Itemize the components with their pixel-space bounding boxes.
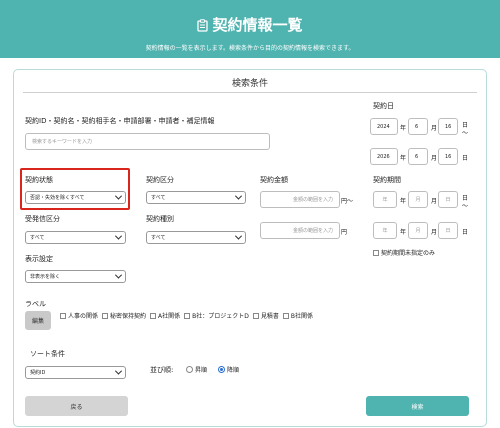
sort-label: ソート条件 xyxy=(30,350,65,358)
period-label: 契約期間 xyxy=(373,176,401,184)
label-option-text: A社関係 xyxy=(158,313,181,320)
page-subtitle: 契約情報の一覧を表示します。検索条件から目的の契約情報を検索できます。 xyxy=(145,45,355,52)
date-from-day-input[interactable]: 16 xyxy=(438,118,458,135)
display-select[interactable]: 非表示を除く xyxy=(25,270,126,283)
amount-label: 契約金額 xyxy=(260,176,288,184)
chevron-down-icon xyxy=(114,192,123,200)
label-option-text: 人事の関係 xyxy=(68,313,99,320)
chevron-down-icon xyxy=(114,232,123,240)
label-option[interactable]: B社：プロジェクトD xyxy=(184,313,249,320)
label-checkbox[interactable] xyxy=(102,313,109,319)
period-range-sep: 〜 xyxy=(462,203,469,210)
category-label: 契約区分 xyxy=(146,176,174,184)
chevron-down-icon xyxy=(114,271,123,279)
period-unset-option[interactable]: 契約期間未指定のみ xyxy=(373,248,435,257)
type-select[interactable]: すべて xyxy=(146,231,246,244)
send-select[interactable]: すべて xyxy=(25,231,126,244)
label-option[interactable]: A社関係 xyxy=(150,313,180,320)
keyword-input[interactable]: 検索するキーワードを入力 xyxy=(25,133,270,150)
send-select-value: すべて xyxy=(30,235,45,241)
label-option-text: B社関係 xyxy=(290,313,314,320)
date-to-day-unit: 日 xyxy=(462,155,469,162)
label-option[interactable]: 見積書 xyxy=(252,313,279,320)
display-select-value: 非表示を除く xyxy=(30,274,61,280)
type-select-value: すべて xyxy=(151,235,166,241)
period-unset-checkbox[interactable] xyxy=(373,250,379,256)
sort-select-value: 契約ID xyxy=(30,370,46,376)
label-section-label: ラベル xyxy=(25,300,46,308)
status-select[interactable]: 否認・失効を除くすべて xyxy=(25,191,126,204)
period-to-month-input[interactable]: 月 xyxy=(408,222,428,239)
date-from-month-unit: 月 xyxy=(431,125,438,132)
chevron-down-icon xyxy=(114,367,123,375)
order-label: 並び順: xyxy=(150,366,174,374)
label-checkbox[interactable] xyxy=(252,313,259,319)
date-to-month-unit: 月 xyxy=(431,155,438,162)
contract-date-label: 契約日 xyxy=(373,102,394,110)
date-from-year-input[interactable]: 2024 xyxy=(370,118,398,135)
order-desc-option[interactable]: 降順 xyxy=(218,365,239,374)
date-from-year-unit: 年 xyxy=(400,125,407,132)
period-from-year-input[interactable]: 年 xyxy=(373,191,397,208)
chevron-down-icon xyxy=(234,232,243,240)
amount-min-input[interactable]: 金額の範囲を入力 xyxy=(260,191,340,208)
search-button[interactable]: 検索 xyxy=(366,396,469,416)
period-from-day-input[interactable]: 日 xyxy=(438,191,458,208)
period-to-day-input[interactable]: 日 xyxy=(438,222,458,239)
period-from-year-unit: 年 xyxy=(400,198,407,205)
label-option-text: 見積書 xyxy=(260,313,279,320)
type-label: 契約種別 xyxy=(146,215,174,223)
date-range-sep: 〜 xyxy=(462,130,469,137)
label-option[interactable]: 人事の関係 xyxy=(60,313,98,320)
period-to-year-unit: 年 xyxy=(400,229,407,236)
label-option[interactable]: 秘密保持契約 xyxy=(102,313,146,320)
send-label: 受発信区分 xyxy=(25,215,60,223)
category-select-value: すべて xyxy=(151,195,166,201)
label-checkbox[interactable] xyxy=(184,313,191,319)
amount-range-sep: 〜 xyxy=(347,198,354,205)
period-to-month-unit: 月 xyxy=(431,229,438,236)
label-option-text: B社：プロジェクトD xyxy=(192,313,249,320)
label-option[interactable]: B社関係 xyxy=(282,313,314,320)
document-icon xyxy=(197,18,209,36)
order-desc-text: 降順 xyxy=(227,367,240,374)
date-to-month-input[interactable]: 6 xyxy=(408,148,428,165)
period-from-month-input[interactable]: 月 xyxy=(408,191,428,208)
order-asc-option[interactable]: 昇順 xyxy=(186,365,207,374)
amount-min-unit: 円〜 xyxy=(341,196,353,205)
period-unset-text: 契約期間未指定のみ xyxy=(381,250,436,257)
date-to-day-input[interactable]: 16 xyxy=(438,148,458,165)
page-title: 契約情報一覧 xyxy=(0,14,500,36)
label-options: 人事の関係 秘密保持契約 A社関係 B社：プロジェクトD 見積書 B社関係 xyxy=(60,311,317,320)
label-checkbox[interactable] xyxy=(150,313,157,319)
period-to-day-unit: 日 xyxy=(462,229,469,236)
sort-select[interactable]: 契約ID xyxy=(25,366,126,379)
back-button[interactable]: 戻る xyxy=(25,396,128,416)
keyword-label: 契約ID・契約名・契約相手名・申請部署・申請者・補足情報 xyxy=(25,117,215,125)
order-asc-radio[interactable] xyxy=(186,366,193,373)
edit-labels-button[interactable]: 編集 xyxy=(25,311,51,330)
section-divider xyxy=(23,92,477,93)
display-label: 表示設定 xyxy=(25,255,53,263)
order-desc-radio[interactable] xyxy=(218,366,225,373)
label-checkbox[interactable] xyxy=(60,313,66,319)
period-from-month-unit: 月 xyxy=(431,198,438,205)
date-to-year-unit: 年 xyxy=(400,155,407,162)
date-to-year-input[interactable]: 2026 xyxy=(370,148,398,165)
period-to-year-input[interactable]: 年 xyxy=(373,222,397,239)
amount-max-unit: 円 xyxy=(341,229,348,236)
label-option-text: 秘密保持契約 xyxy=(110,313,147,320)
date-from-month-input[interactable]: 6 xyxy=(408,118,428,135)
status-label: 契約状態 xyxy=(25,176,53,184)
amount-max-input[interactable]: 金額の範囲を入力 xyxy=(260,222,340,239)
page-title-text: 契約情報一覧 xyxy=(212,16,303,34)
status-select-value: 否認・失効を除くすべて xyxy=(30,195,85,201)
search-section-title: 検索条件 xyxy=(231,79,268,89)
order-asc-text: 昇順 xyxy=(195,367,208,374)
category-select[interactable]: すべて xyxy=(146,191,246,204)
chevron-down-icon xyxy=(234,192,243,200)
label-checkbox[interactable] xyxy=(282,313,289,319)
